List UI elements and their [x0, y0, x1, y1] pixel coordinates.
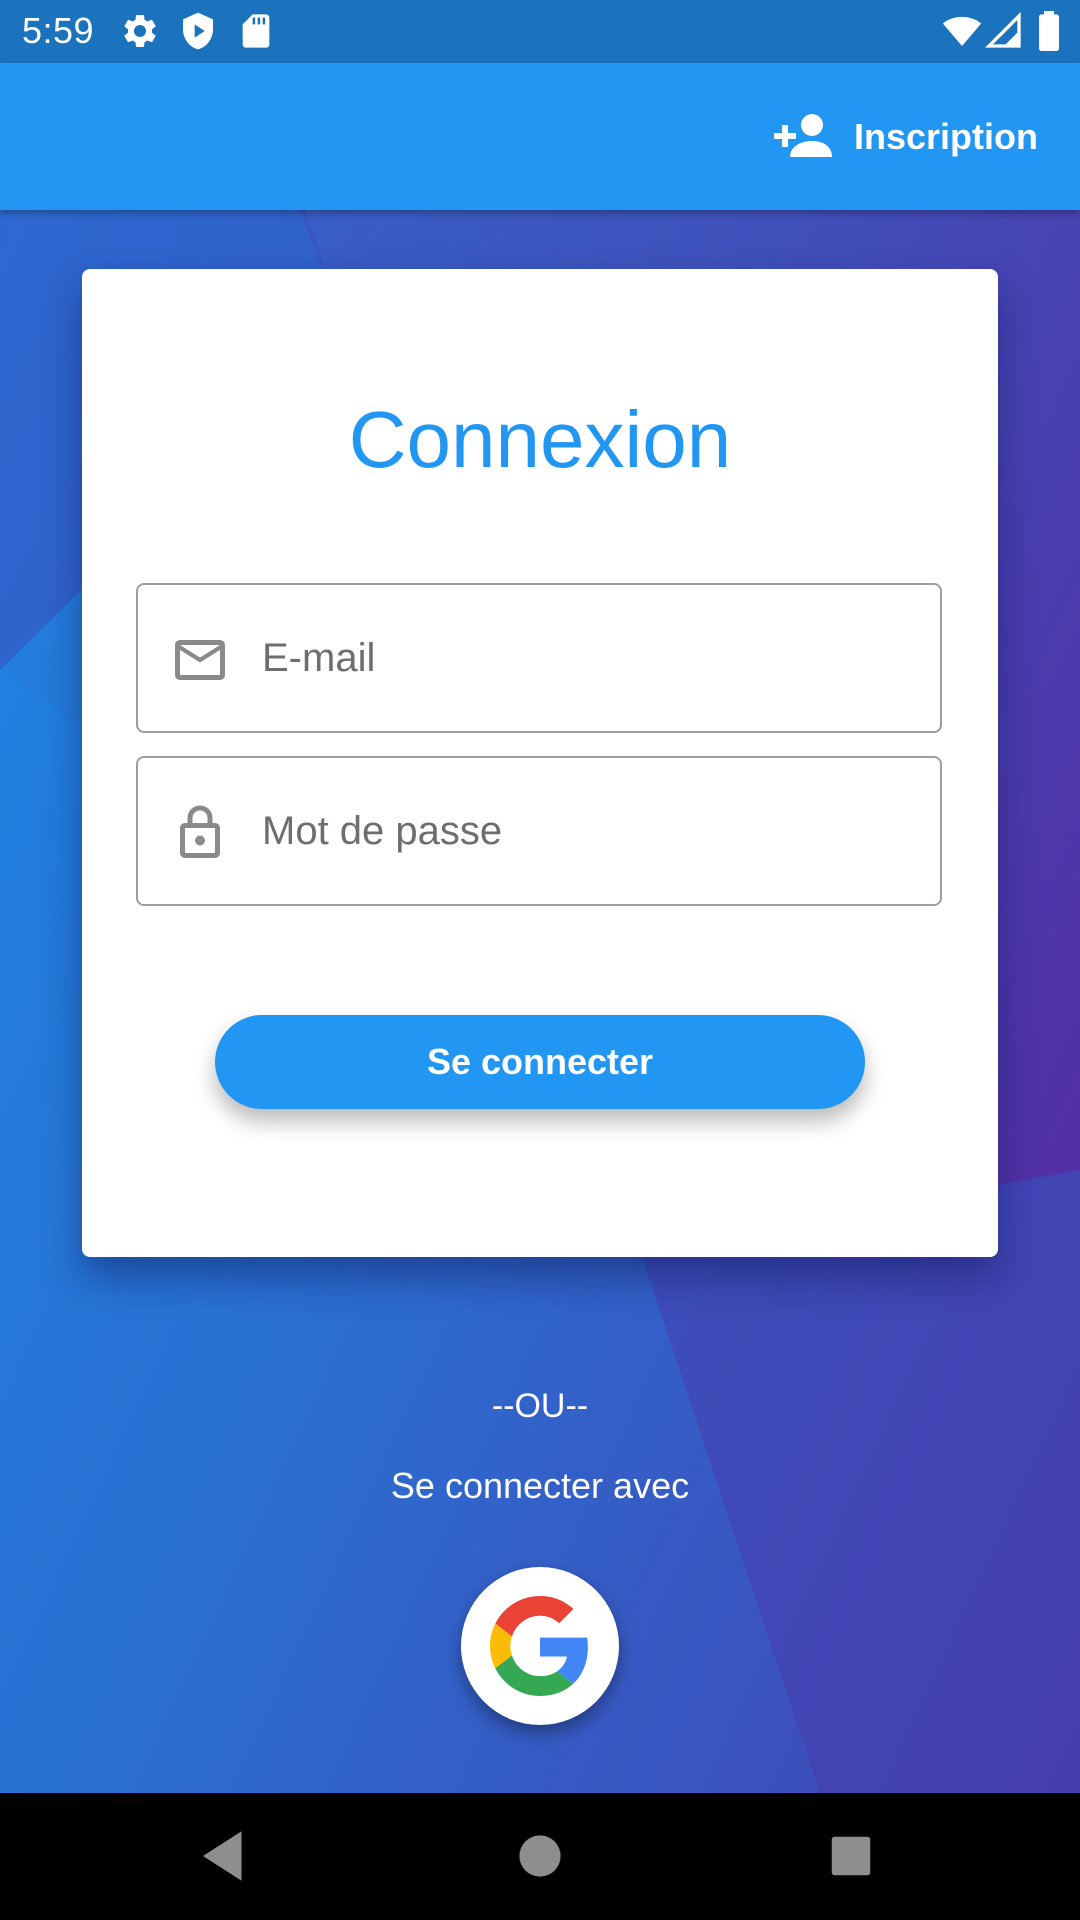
recents-icon[interactable] [818, 1823, 884, 1889]
wifi-icon [942, 11, 982, 51]
back-icon[interactable] [192, 1823, 258, 1889]
status-bar: 5:59 [0, 0, 1080, 63]
password-input[interactable] [262, 758, 902, 904]
app-bar: Inscription [0, 63, 1080, 210]
sd-card-icon [236, 11, 276, 51]
status-time: 5:59 [22, 10, 95, 51]
settings-icon [120, 11, 160, 51]
lock-icon [170, 803, 230, 863]
shield-play-icon [178, 11, 218, 51]
inscription-button[interactable]: Inscription [772, 107, 1038, 167]
google-sign-in-button[interactable] [461, 1567, 619, 1725]
login-card: Connexion Se connecter [82, 269, 998, 1257]
mail-icon [170, 630, 230, 690]
battery-icon [1034, 11, 1074, 51]
cell-signal-icon [984, 11, 1024, 51]
or-separator: --OU-- [491, 1387, 589, 1425]
email-input[interactable] [262, 585, 902, 731]
home-icon[interactable] [507, 1823, 573, 1889]
login-button[interactable]: Se connecter [215, 1015, 865, 1109]
sign-in-with-label: Se connecter avec [390, 1465, 690, 1506]
navigation-bar [0, 1793, 1080, 1920]
google-icon [490, 1596, 588, 1696]
inscription-label: Inscription [853, 116, 1038, 157]
password-field[interactable] [136, 756, 942, 906]
card-title: Connexion [348, 395, 732, 484]
person-add-icon [772, 113, 832, 162]
email-field[interactable] [136, 583, 942, 733]
